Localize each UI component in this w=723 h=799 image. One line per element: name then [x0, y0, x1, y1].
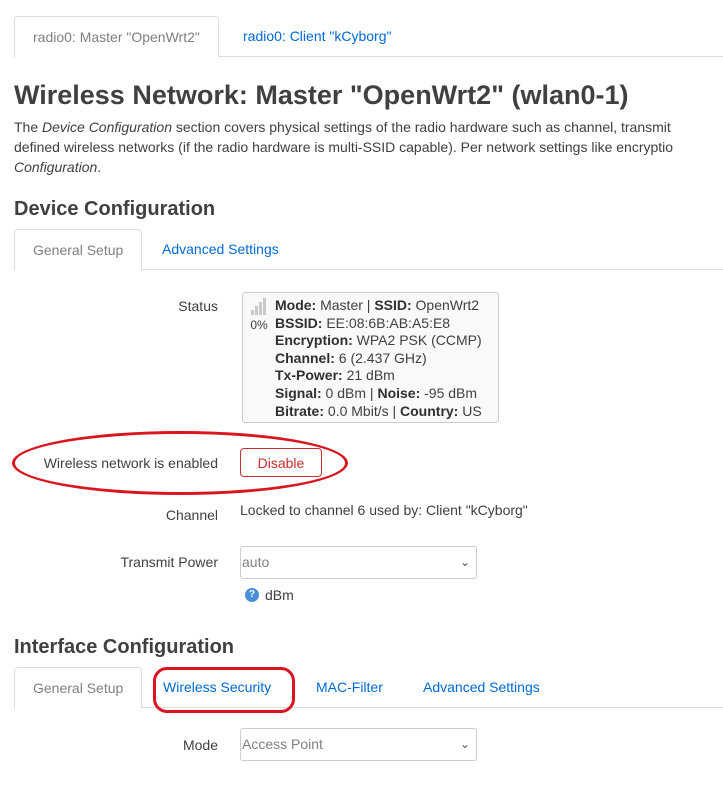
- tab-device-general-setup[interactable]: General Setup: [14, 229, 143, 271]
- signal-val: 0 dBm |: [321, 384, 378, 401]
- desc-line3-em: Configuration: [14, 159, 98, 175]
- tab-iface-mac-filter[interactable]: MAC-Filter: [298, 667, 401, 707]
- mode-selected-value: Access Point: [242, 736, 323, 752]
- mode-key: Mode:: [275, 297, 317, 313]
- chevron-down-icon: ⌄: [459, 555, 470, 569]
- disable-button[interactable]: Disable: [240, 448, 322, 477]
- signal-key: Signal:: [275, 384, 322, 401]
- ssid-val: OpenWrt2: [411, 297, 480, 313]
- tab-iface-general-setup[interactable]: General Setup: [14, 667, 143, 709]
- status-label: Status: [178, 298, 218, 314]
- bitrate-val: 0.0 Mbit/s |: [324, 402, 401, 419]
- signal-bars-icon: [249, 297, 269, 315]
- page-description: The Device Configuration section covers …: [14, 117, 723, 177]
- noise-key: Noise:: [377, 384, 421, 401]
- noise-val: -95 dBm: [420, 384, 478, 401]
- txpower-key: Tx-Power:: [275, 367, 343, 384]
- txpower-select[interactable]: auto ⌄: [240, 546, 477, 579]
- interface-config-tabs: General Setup Wireless Security MAC-Filt…: [14, 667, 723, 709]
- device-config-heading: Device Configuration: [14, 198, 216, 220]
- interface-config-heading: Interface Configuration: [14, 636, 235, 658]
- desc-line3-post: .: [97, 159, 102, 175]
- tab-iface-wireless-security[interactable]: Wireless Security: [145, 667, 289, 707]
- desc-line1-post: section covers physical settings of the …: [171, 119, 671, 135]
- mode-val: Master |: [316, 297, 375, 313]
- channel-value: Locked to channel 6 used by: Client "kCy…: [240, 502, 528, 518]
- mode-select[interactable]: Access Point ⌄: [240, 728, 477, 761]
- encryption-key: Encryption:: [275, 332, 353, 349]
- country-key: Country:: [400, 402, 459, 419]
- chevron-down-icon: ⌄: [459, 737, 470, 751]
- bssid-val: EE:08:6B:AB:A5:E8: [322, 314, 451, 331]
- signal-percent: 0%: [250, 318, 268, 332]
- help-icon: ?: [245, 588, 259, 602]
- txpower-unit: dBm: [265, 587, 294, 603]
- device-config-tabs: General Setup Advanced Settings: [14, 229, 723, 271]
- status-details: Mode: Master | SSID: OpenWrt2 BSSID: EE:…: [275, 297, 482, 420]
- channel-key: Channel:: [275, 349, 335, 366]
- tab-radio0-master[interactable]: radio0: Master "OpenWrt2": [14, 16, 219, 58]
- txpower-val: 21 dBm: [342, 367, 395, 384]
- channel-val: 6 (2.437 GHz): [334, 349, 427, 366]
- desc-line1-em: Device Configuration: [42, 119, 172, 135]
- tab-radio0-client[interactable]: radio0: Client "kCyborg": [225, 16, 409, 56]
- page-title: Wireless Network: Master "OpenWrt2" (wla…: [14, 80, 629, 110]
- encryption-val: WPA2 PSK (CCMP): [352, 332, 482, 349]
- tab-device-advanced-settings[interactable]: Advanced Settings: [144, 229, 297, 269]
- bssid-key: BSSID:: [275, 314, 323, 331]
- desc-line2: defined wireless networks (if the radio …: [14, 139, 674, 155]
- ssid-key: SSID:: [374, 297, 412, 313]
- channel-label: Channel: [165, 507, 218, 523]
- tab-iface-advanced-settings[interactable]: Advanced Settings: [405, 667, 558, 707]
- signal-indicator: 0%: [249, 297, 269, 332]
- status-box: 0% Mode: Master | SSID: OpenWrt2 BSSID: …: [242, 292, 499, 423]
- txpower-label: Transmit Power: [120, 554, 218, 570]
- country-val: US: [458, 402, 482, 419]
- mode-label: Mode: [182, 737, 218, 753]
- desc-line1-pre: The: [14, 119, 43, 135]
- txpower-selected-value: auto: [242, 554, 270, 570]
- radio-tabs: radio0: Master "OpenWrt2" radio0: Client…: [14, 16, 723, 58]
- enabled-label: Wireless network is enabled: [43, 455, 218, 471]
- bitrate-key: Bitrate:: [275, 402, 325, 419]
